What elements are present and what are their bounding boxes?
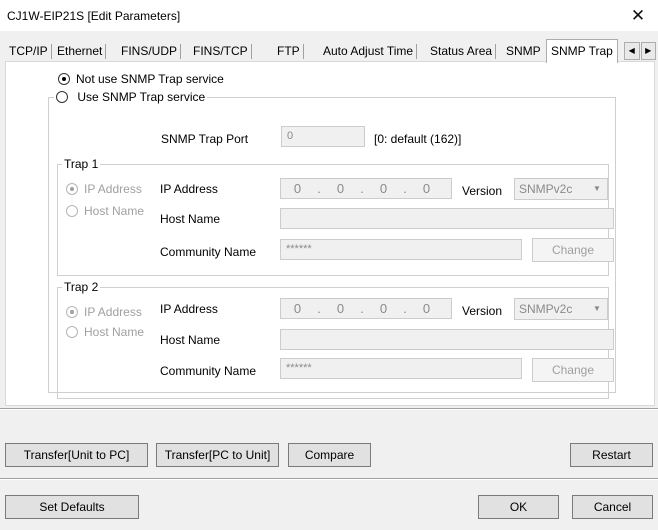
ok-button[interactable]: OK bbox=[478, 495, 559, 519]
not-use-snmp-trap-label: Not use SNMP Trap service bbox=[76, 72, 224, 86]
trap-1-host-mode-option[interactable]: Host Name bbox=[66, 204, 144, 218]
trap-1-community-label: Community Name bbox=[160, 245, 257, 259]
tab-fins-tcp[interactable]: FINS/TCP bbox=[189, 42, 252, 61]
radio-icon[interactable] bbox=[66, 326, 78, 338]
cancel-button[interactable]: Cancel bbox=[572, 495, 653, 519]
chevron-down-icon[interactable]: ▼ bbox=[588, 180, 606, 198]
trap-1-group: Trap 1 IP Address Host Name IP Address 0… bbox=[57, 157, 614, 276]
trap-1-title: Trap 1 bbox=[62, 157, 101, 171]
tab-ftp[interactable]: FTP bbox=[273, 42, 304, 61]
set-defaults-button[interactable]: Set Defaults bbox=[5, 495, 139, 519]
trap-1-host-mode-label: Host Name bbox=[84, 204, 145, 218]
transfer-pc-to-unit-button[interactable]: Transfer[PC to Unit] bbox=[156, 443, 279, 467]
title-bar: CJ1W-EIP21S [Edit Parameters] ✕ bbox=[0, 0, 658, 31]
use-snmp-trap-label: Use SNMP Trap service bbox=[77, 90, 206, 104]
trap-2-ip-label: IP Address bbox=[160, 302, 218, 316]
chevron-down-icon[interactable]: ▼ bbox=[588, 300, 606, 318]
trap-2-host-label: Host Name bbox=[160, 333, 221, 347]
tab-scroll-buttons: ◀ ▶ bbox=[624, 42, 657, 60]
tab-scroll-left-icon[interactable]: ◀ bbox=[624, 42, 640, 60]
trap-2-group: Trap 2 IP Address Host Name IP Address 0… bbox=[57, 280, 614, 399]
tab-tcp-ip[interactable]: TCP/IP bbox=[5, 42, 52, 61]
tab-auto-adjust-time[interactable]: Auto Adjust Time bbox=[319, 42, 418, 61]
tab-scroll-right-icon[interactable]: ▶ bbox=[640, 42, 656, 60]
trap-1-version-select[interactable]: SNMPv2c ▼ bbox=[514, 178, 608, 200]
trap-1-community-name-input[interactable]: ****** bbox=[280, 239, 522, 260]
compare-button[interactable]: Compare bbox=[288, 443, 371, 467]
tab-ethernet[interactable]: Ethernet bbox=[53, 42, 107, 61]
trap-2-change-button[interactable]: Change bbox=[532, 358, 614, 382]
tab-fins-udp[interactable]: FINS/UDP bbox=[117, 42, 182, 61]
trap-2-host-name-input[interactable] bbox=[280, 329, 614, 350]
trap-2-host-mode-option[interactable]: Host Name bbox=[66, 325, 144, 339]
window-title: CJ1W-EIP21S [Edit Parameters] bbox=[7, 9, 181, 23]
transfer-unit-to-pc-button[interactable]: Transfer[Unit to PC] bbox=[5, 443, 148, 467]
trap-2-community-name-input[interactable]: ****** bbox=[280, 358, 522, 379]
trap-1-host-label: Host Name bbox=[160, 212, 221, 226]
tab-snmp-trap[interactable]: SNMP Trap bbox=[546, 39, 618, 63]
trap-1-ip-mode-option[interactable]: IP Address bbox=[66, 182, 142, 196]
trap-2-title: Trap 2 bbox=[62, 280, 101, 294]
radio-icon[interactable] bbox=[66, 205, 78, 217]
tab-status-area[interactable]: Status Area bbox=[426, 42, 497, 61]
snmp-trap-port-label: SNMP Trap Port bbox=[161, 132, 249, 146]
trap-2-version-select[interactable]: SNMPv2c ▼ bbox=[514, 298, 608, 320]
snmp-trap-port-input[interactable]: 0 bbox=[281, 126, 365, 147]
divider bbox=[0, 478, 658, 480]
radio-icon[interactable] bbox=[66, 183, 78, 195]
not-use-snmp-trap-option[interactable]: Not use SNMP Trap service bbox=[58, 72, 224, 86]
snmp-trap-page: Not use SNMP Trap service Use SNMP Trap … bbox=[5, 61, 655, 406]
trap-1-version-label: Version bbox=[462, 184, 503, 198]
use-snmp-trap-option[interactable]: Use SNMP Trap service bbox=[54, 90, 208, 104]
trap-2-ip-mode-label: IP Address bbox=[84, 305, 142, 319]
snmp-trap-port-hint: [0: default (162)] bbox=[374, 132, 462, 146]
trap-1-change-button[interactable]: Change bbox=[532, 238, 614, 262]
trap-1-ip-mode-label: IP Address bbox=[84, 182, 142, 196]
trap-2-community-label: Community Name bbox=[160, 364, 257, 378]
radio-icon[interactable] bbox=[56, 91, 68, 103]
close-icon[interactable]: ✕ bbox=[628, 6, 648, 26]
trap-2-host-mode-label: Host Name bbox=[84, 325, 145, 339]
edit-parameters-dialog: CJ1W-EIP21S [Edit Parameters] ✕ TCP/IP E… bbox=[0, 0, 658, 530]
use-snmp-trap-group: Use SNMP Trap service SNMP Trap Port 0 [… bbox=[48, 90, 616, 399]
trap-1-ip-address-input[interactable]: 0 . 0 . 0 . 0 bbox=[280, 178, 452, 199]
trap-2-version-label: Version bbox=[462, 304, 503, 318]
tab-strip: TCP/IP Ethernet FINS/UDP FINS/TCP FTP Au… bbox=[5, 39, 658, 63]
trap-1-host-name-input[interactable] bbox=[280, 208, 614, 229]
restart-button[interactable]: Restart bbox=[570, 443, 653, 467]
radio-icon[interactable] bbox=[66, 306, 78, 318]
radio-icon[interactable] bbox=[58, 73, 70, 85]
trap-2-ip-mode-option[interactable]: IP Address bbox=[66, 305, 142, 319]
divider bbox=[0, 408, 658, 410]
trap-1-ip-label: IP Address bbox=[160, 182, 218, 196]
tab-snmp[interactable]: SNMP bbox=[502, 42, 545, 61]
trap-2-ip-address-input[interactable]: 0 . 0 . 0 . 0 bbox=[280, 298, 452, 319]
